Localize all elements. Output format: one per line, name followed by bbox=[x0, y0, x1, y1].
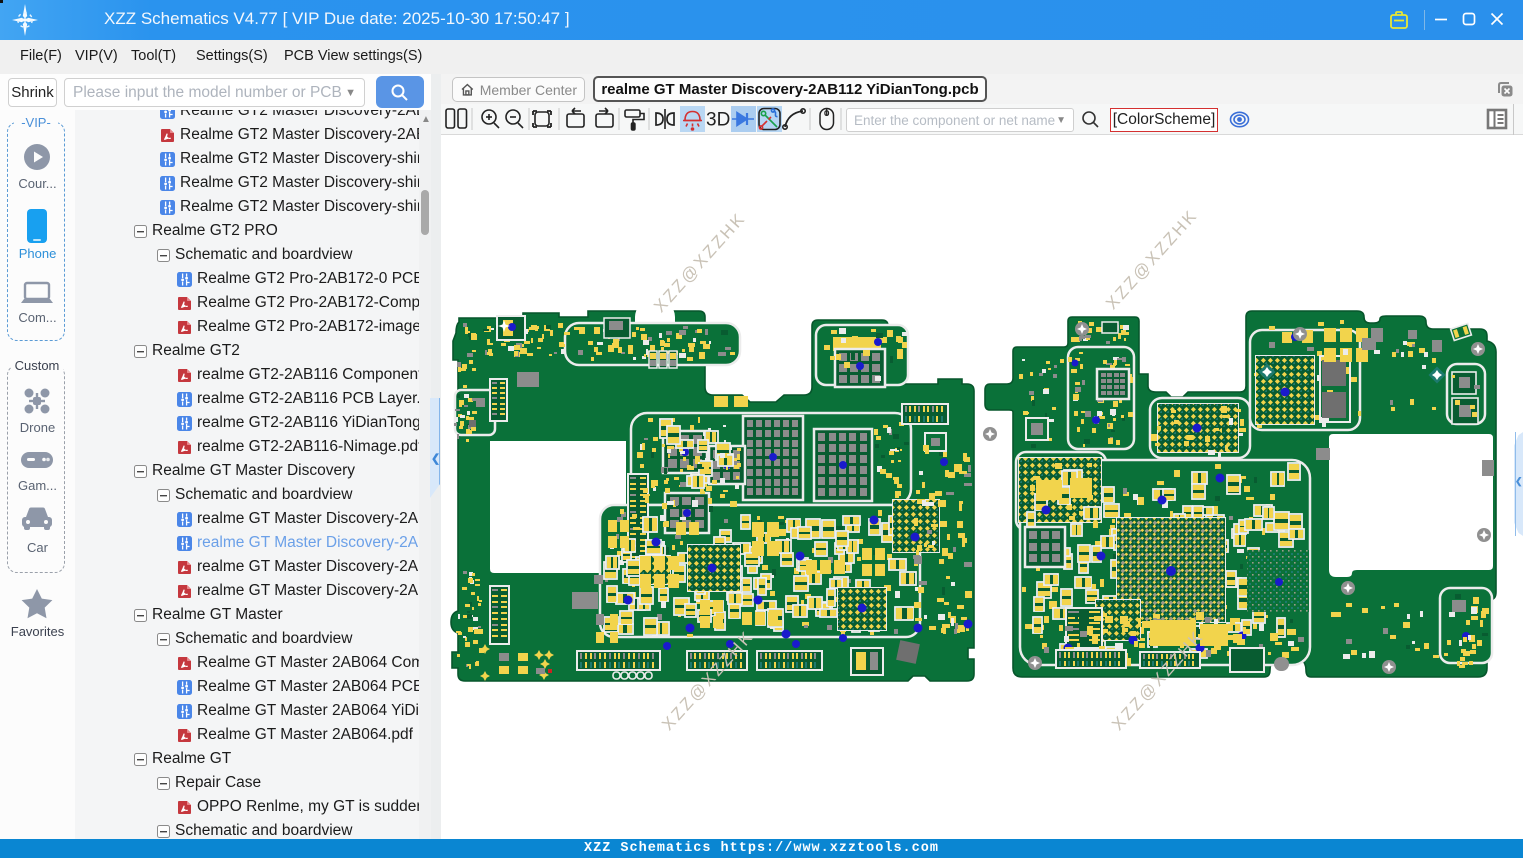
svg-text:XZZ@XZZHK: XZZ@XZZHK bbox=[1102, 206, 1201, 314]
svg-text:3D: 3D bbox=[706, 110, 730, 131]
svg-text:XZZ@XZZHK: XZZ@XZZHK bbox=[650, 209, 749, 317]
